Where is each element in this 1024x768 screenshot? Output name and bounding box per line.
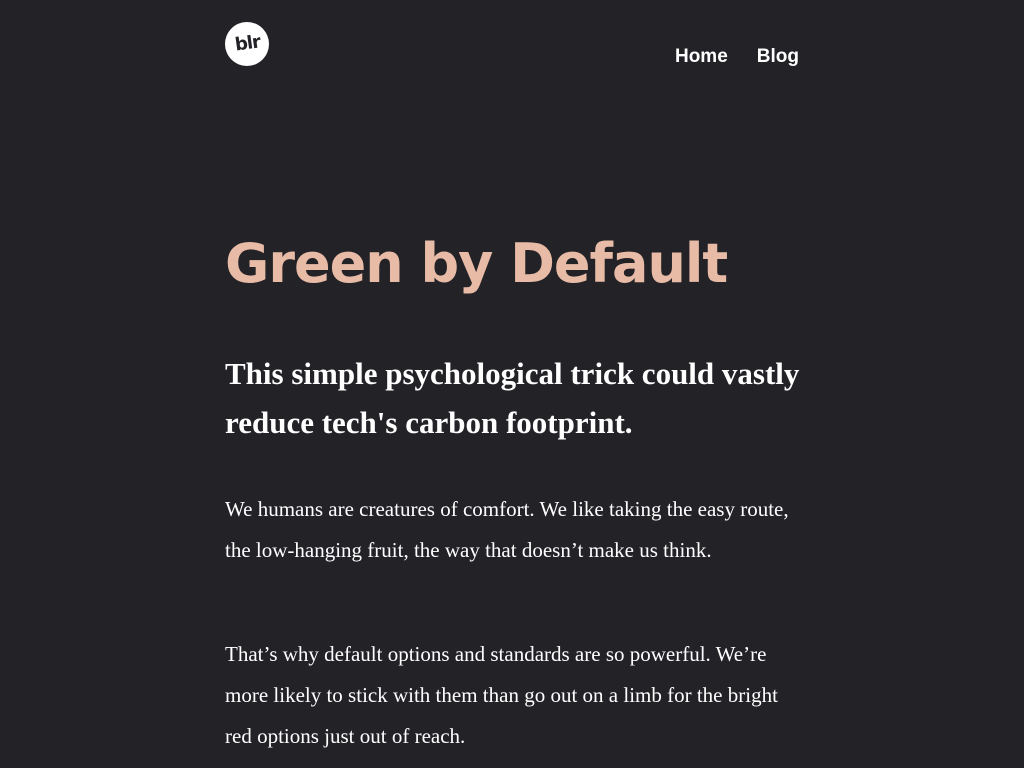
- nav-blog-link[interactable]: Blog: [757, 46, 799, 68]
- article-title: Green by Default: [225, 232, 728, 295]
- main-nav: Home Blog: [675, 46, 799, 68]
- article-paragraph-2: That’s why default options and standards…: [225, 642, 778, 748]
- article-paragraph-1: We humans are creatures of comfort. We l…: [225, 497, 789, 562]
- site-header: blr Home Blog: [225, 22, 799, 68]
- page: blr Home Blog Green by Default This simp…: [225, 0, 799, 768]
- logo-text: blr: [233, 31, 261, 56]
- site-logo[interactable]: blr: [225, 22, 269, 66]
- article-subtitle: This simple psychological trick could va…: [225, 356, 800, 440]
- nav-home-link[interactable]: Home: [675, 46, 728, 68]
